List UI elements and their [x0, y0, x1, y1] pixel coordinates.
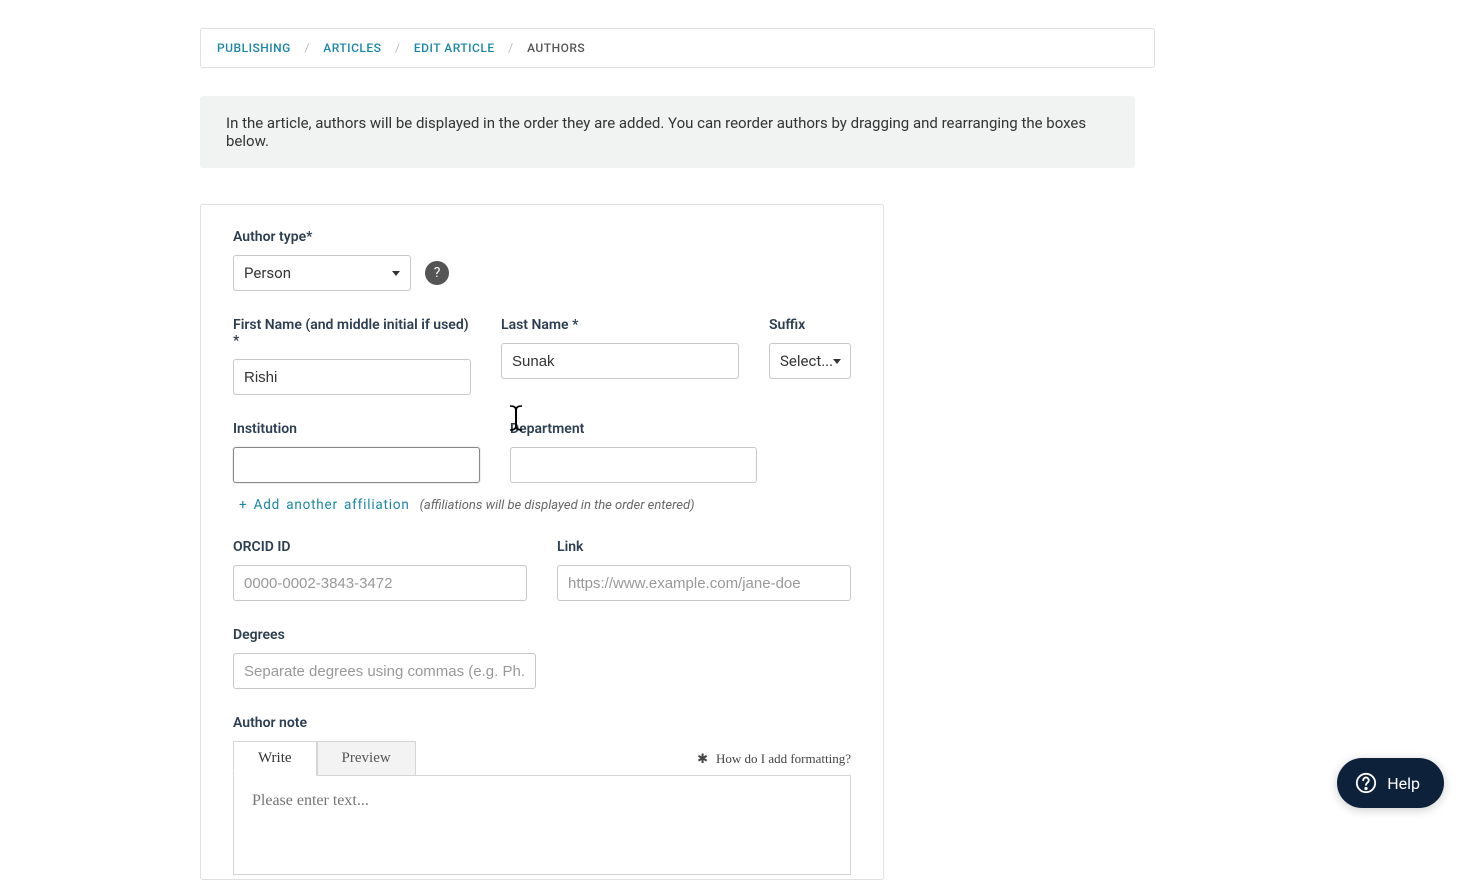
breadcrumb: PUBLISHING / ARTICLES / EDIT ARTICLE / A…: [200, 28, 1155, 68]
tab-preview[interactable]: Preview: [317, 741, 416, 776]
breadcrumb-sep: /: [395, 41, 400, 55]
link-input[interactable]: [557, 565, 851, 601]
author-type-label: Author type*: [233, 229, 851, 245]
institution-label: Institution: [233, 421, 480, 437]
affiliation-note: (affiliations will be displayed in the o…: [420, 498, 695, 513]
department-label: Department: [510, 421, 757, 437]
chevron-down-icon: [392, 271, 400, 276]
help-widget[interactable]: Help: [1337, 758, 1444, 808]
chevron-down-icon: [833, 359, 841, 364]
last-name-label: Last Name *: [501, 317, 739, 333]
asterisk-icon: ✱: [697, 751, 708, 767]
breadcrumb-publishing[interactable]: PUBLISHING: [217, 41, 291, 55]
first-name-label: First Name (and middle initial if used) …: [233, 317, 471, 349]
suffix-value: Select...: [780, 352, 833, 370]
author-note-label: Author note: [233, 715, 851, 731]
breadcrumb-current: AUTHORS: [527, 41, 585, 55]
department-input[interactable]: [510, 447, 757, 483]
author-note-editor[interactable]: [233, 775, 851, 875]
info-banner: In the article, authors will be displaye…: [200, 96, 1135, 168]
suffix-label: Suffix: [769, 317, 851, 333]
breadcrumb-sep: /: [304, 41, 309, 55]
degrees-label: Degrees: [233, 627, 851, 643]
help-widget-label: Help: [1387, 774, 1420, 793]
link-label: Link: [557, 539, 851, 555]
author-type-select[interactable]: Person: [233, 255, 411, 291]
orcid-input[interactable]: [233, 565, 527, 601]
author-type-help-icon[interactable]: ?: [425, 261, 449, 285]
institution-input[interactable]: [233, 447, 480, 483]
formatting-help-text: How do I add formatting?: [716, 751, 851, 767]
last-name-input[interactable]: [501, 343, 739, 379]
orcid-label: ORCID ID: [233, 539, 527, 555]
breadcrumb-edit-article[interactable]: EDIT ARTICLE: [414, 41, 495, 55]
degrees-input[interactable]: [233, 653, 536, 689]
first-name-input[interactable]: [233, 359, 471, 395]
breadcrumb-articles[interactable]: ARTICLES: [323, 41, 381, 55]
author-form-card: Author type* Person ? First Name (and mi…: [200, 204, 884, 880]
help-icon: [1355, 772, 1377, 794]
formatting-help-link[interactable]: ✱ How do I add formatting?: [697, 751, 851, 767]
suffix-select[interactable]: Select...: [769, 343, 851, 379]
author-type-value: Person: [244, 264, 291, 282]
tab-write[interactable]: Write: [233, 741, 317, 776]
breadcrumb-sep: /: [508, 41, 513, 55]
add-affiliation-link[interactable]: + Add another affiliation: [239, 497, 410, 513]
